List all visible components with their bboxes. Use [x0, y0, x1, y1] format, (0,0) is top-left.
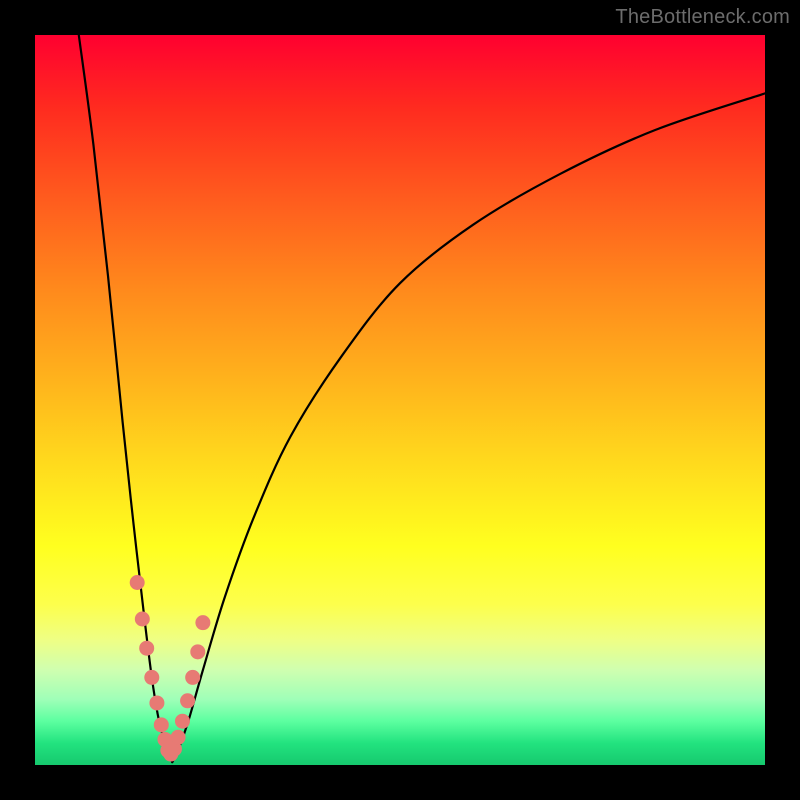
- marker-dot: [171, 730, 186, 745]
- plot-area: [35, 35, 765, 765]
- marker-dot: [154, 717, 169, 732]
- curve-left-branch: [79, 35, 172, 762]
- marker-dot: [144, 670, 159, 685]
- marker-dot: [139, 641, 154, 656]
- chart-frame: TheBottleneck.com: [0, 0, 800, 800]
- curve-right-branch: [172, 93, 765, 762]
- marker-dot: [185, 670, 200, 685]
- marker-dot: [190, 644, 205, 659]
- watermark-text: TheBottleneck.com: [615, 6, 790, 29]
- marker-dot: [135, 612, 150, 627]
- marker-dot: [195, 615, 210, 630]
- marker-dot: [175, 714, 190, 729]
- marker-dot: [180, 693, 195, 708]
- chart-svg: [35, 35, 765, 765]
- marker-dot: [130, 575, 145, 590]
- marker-dot: [149, 695, 164, 710]
